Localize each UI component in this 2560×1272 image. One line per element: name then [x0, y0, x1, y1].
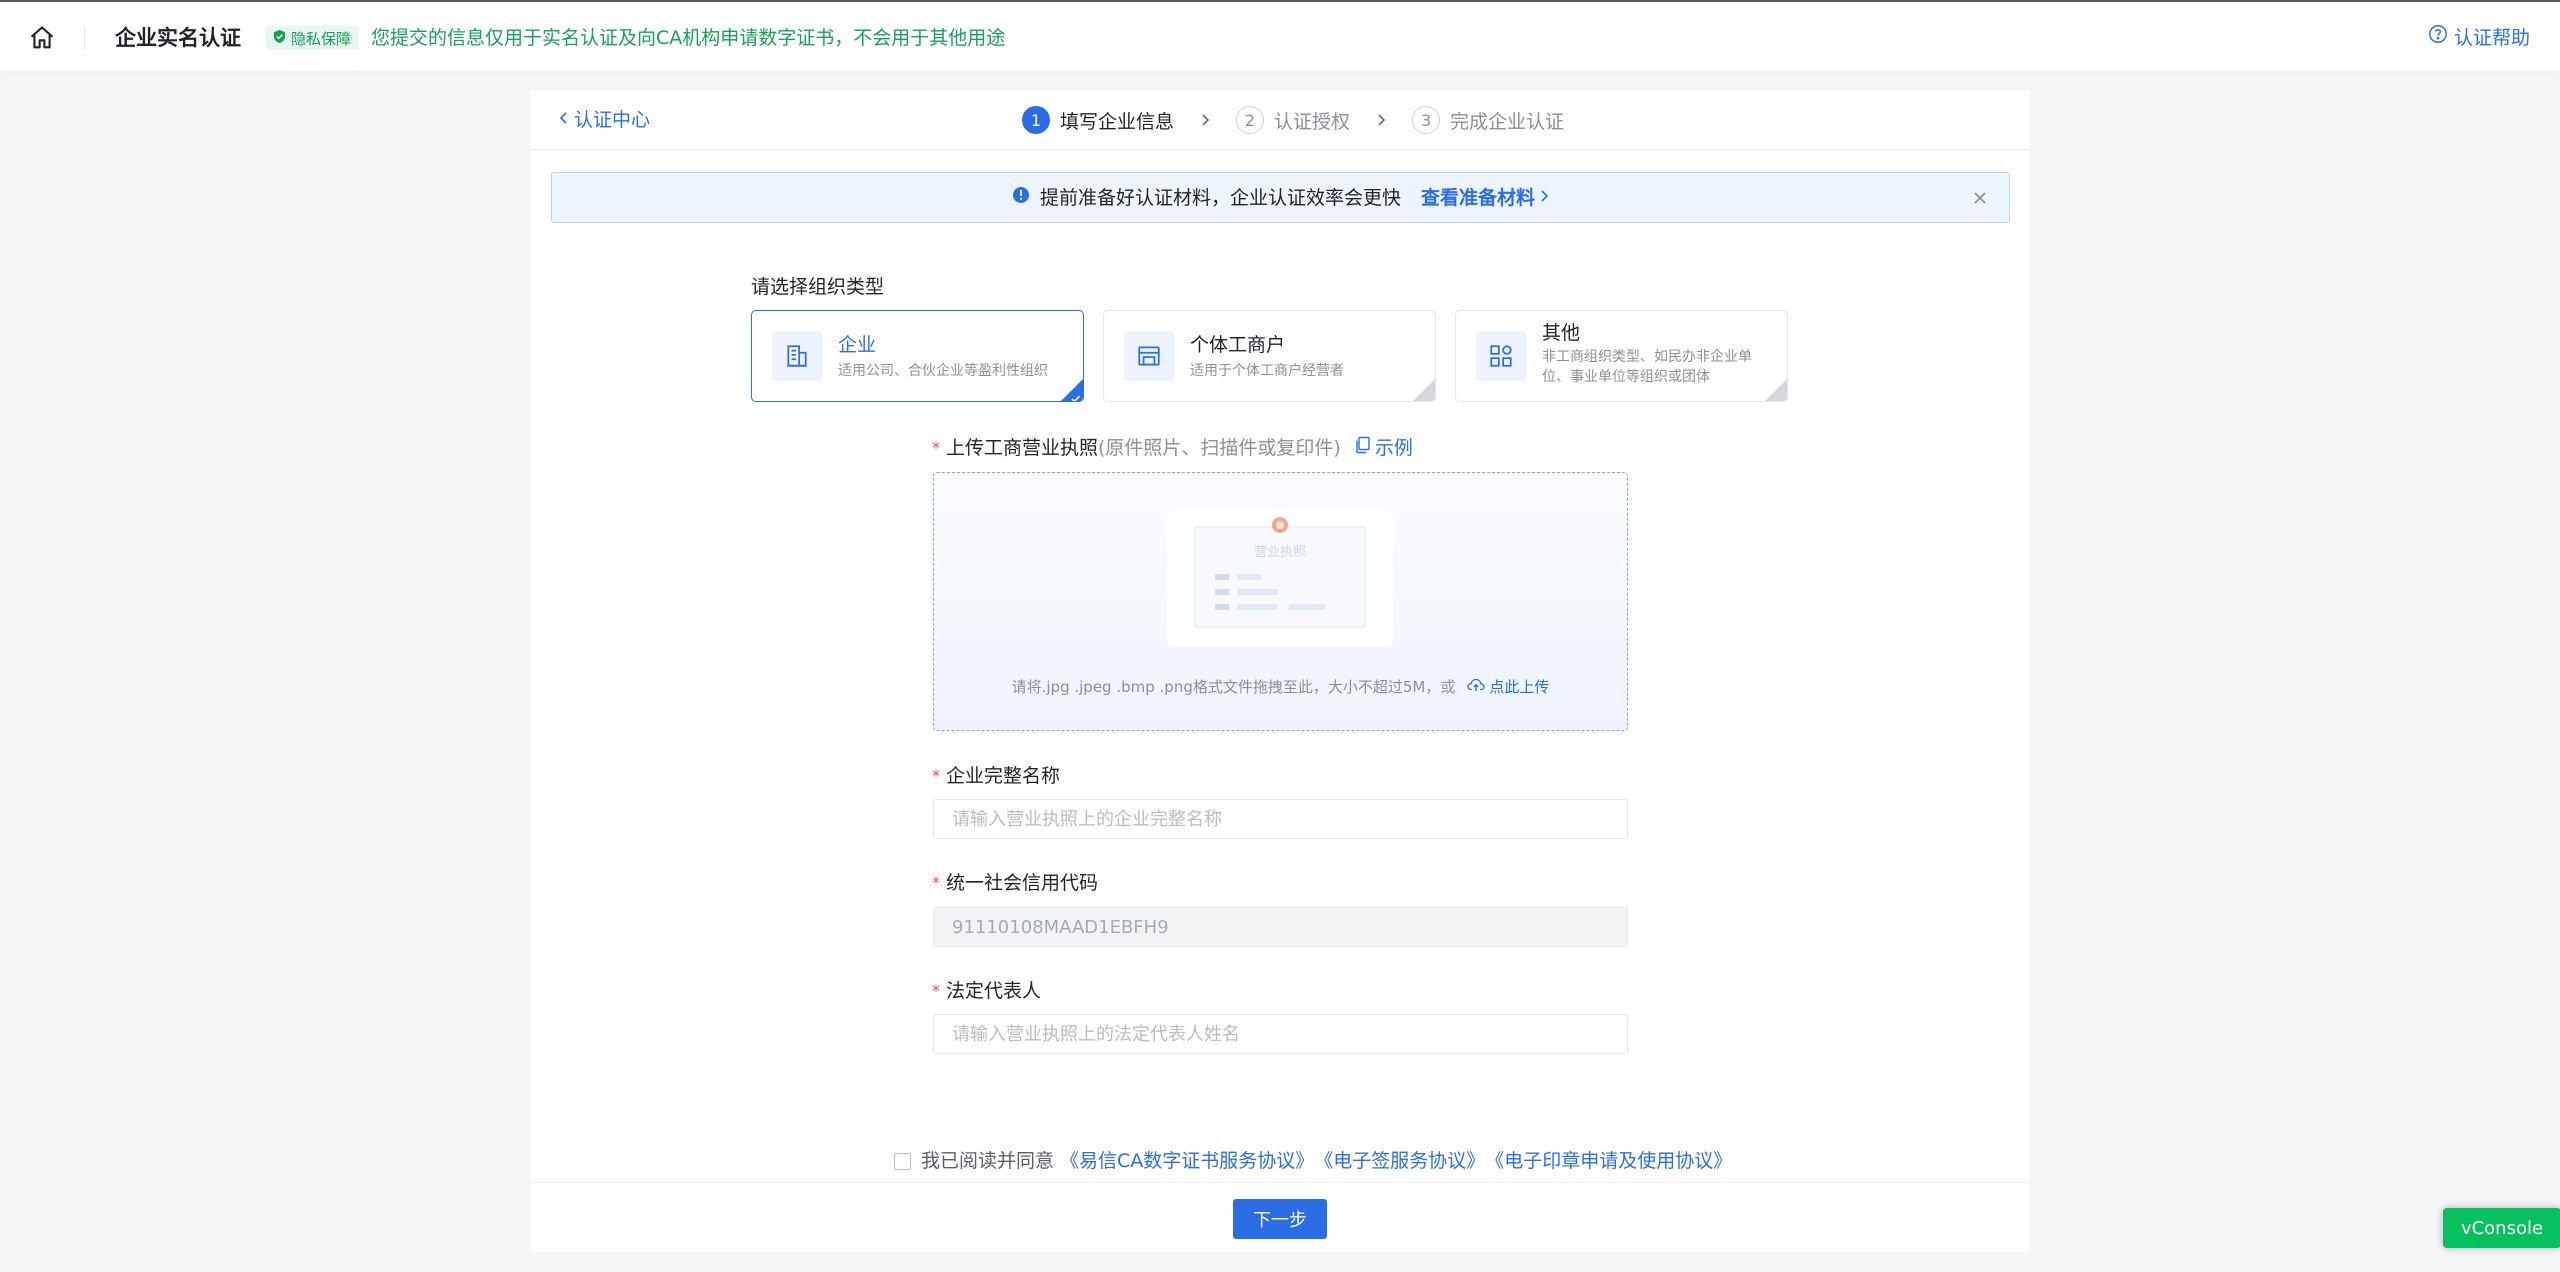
unselected-corner: [1413, 379, 1435, 401]
agreement-prefix: 我已阅读并同意: [921, 1150, 1055, 1172]
progress-steps: 1 填写企业信息 2 认证授权 3 完成企业认证: [1022, 104, 1564, 136]
help-link-label: 认证帮助: [2453, 27, 2530, 49]
apps-icon: [1476, 331, 1526, 381]
required-marker: *: [932, 981, 940, 1000]
e-sign-agreement-link[interactable]: 《电子签服务协议》: [1314, 1148, 1485, 1174]
store-icon: [1124, 331, 1174, 381]
step-complete: 3 完成企业认证: [1412, 106, 1564, 134]
notice-text: 提前准备好认证材料，企业认证效率会更快: [1039, 187, 1401, 209]
chevron-right-icon: [1374, 113, 1388, 127]
card-nav-bar: 认证中心 1 填写企业信息 2 认证授权 3 完成企业认证: [530, 90, 2030, 150]
building-icon: [772, 331, 822, 381]
step-number: 2: [1236, 106, 1265, 134]
upload-hint: 请将.jpg .jpeg .bmp .png格式文件拖拽至此，大小不超过5M，或…: [934, 677, 1627, 697]
org-option-desc: 适用公司、合伙企业等盈利性组织: [838, 363, 1048, 379]
agreement-checkbox[interactable]: [894, 1152, 911, 1170]
back-to-center-link[interactable]: 认证中心: [558, 108, 650, 132]
upload-label-hint: (原件照片、扫描件或复印件): [1098, 437, 1341, 459]
license-illustration-title: 营业执照: [1254, 545, 1306, 560]
credit-code-label-text: 统一社会信用代码: [946, 872, 1099, 894]
header-divider: [84, 26, 85, 50]
close-icon[interactable]: [1969, 187, 1991, 209]
legal-rep-input[interactable]: [933, 1014, 1628, 1054]
back-link-label: 认证中心: [574, 109, 651, 131]
license-upload-dropzone[interactable]: 营业执照 请将.jpg .jpeg .bmp .png格式文件拖拽至此，大小不超…: [933, 472, 1628, 731]
agreement-row: 我已阅读并同意 《易信CA数字证书服务协议》 《电子签服务协议》 《电子印章申请…: [894, 1148, 1732, 1174]
upload-label-text: 上传工商营业执照: [946, 437, 1099, 459]
footer-divider: [530, 1182, 2030, 1183]
question-circle-icon: [2428, 24, 2448, 52]
home-icon[interactable]: [28, 24, 56, 52]
materials-notice-banner: 提前准备好认证材料，企业认证效率会更快 查看准备材料: [551, 172, 2010, 223]
privacy-notice-text: 您提交的信息仅用于实名认证及向CA机构申请数字证书，不会用于其他用途: [371, 27, 1006, 49]
step-label: 填写企业信息: [1060, 110, 1175, 133]
info-circle-icon: [1012, 185, 1030, 211]
next-step-button[interactable]: 下一步: [1233, 1199, 1327, 1239]
legal-rep-label: * 法定代表人: [932, 978, 1041, 1004]
step-number: 1: [1022, 106, 1050, 134]
upload-hint-text: 请将.jpg .jpeg .bmp .png格式文件拖拽至此，大小不超过5M，或: [1011, 678, 1456, 696]
org-option-title: 企业: [838, 334, 877, 356]
org-option-individual-business[interactable]: 个体工商户 适用于个体工商户经营者: [1103, 310, 1436, 402]
credit-code-input[interactable]: [933, 907, 1628, 947]
org-type-label: 请选择组织类型: [751, 276, 885, 298]
top-header: 企业实名认证 隐私保障 您提交的信息仅用于实名认证及向CA机构申请数字证书，不会…: [0, 2, 2560, 71]
org-option-title: 其他: [1542, 322, 1581, 344]
example-link[interactable]: 示例: [1355, 435, 1413, 461]
help-link[interactable]: 认证帮助: [2428, 24, 2530, 52]
chevron-right-icon: [1539, 185, 1549, 211]
privacy-badge: 隐私保障: [266, 26, 360, 50]
verification-card: 认证中心 1 填写企业信息 2 认证授权 3 完成企业认证 提前准备好认证材料，…: [530, 90, 2030, 1252]
credit-code-label: * 统一社会信用代码: [932, 870, 1098, 896]
step-label: 认证授权: [1274, 110, 1351, 133]
privacy-badge-label: 隐私保障: [291, 29, 352, 48]
org-option-desc: 适用于个体工商户经营者: [1190, 363, 1344, 379]
check-icon: [1070, 389, 1081, 401]
org-option-enterprise[interactable]: 企业 适用公司、合伙企业等盈利性组织: [751, 310, 1084, 402]
step-label: 完成企业认证: [1450, 110, 1565, 133]
click-to-upload-link[interactable]: 点此上传: [1467, 677, 1549, 697]
org-option-title: 个体工商户: [1190, 334, 1286, 356]
org-option-desc: 非工商组织类型、如民办非企业单位、事业单位等组织或团体: [1542, 349, 1752, 385]
chevron-right-icon: [1198, 113, 1212, 127]
upload-link-label: 点此上传: [1489, 678, 1550, 696]
step-number: 3: [1412, 106, 1441, 134]
required-marker: *: [932, 438, 940, 457]
org-option-other[interactable]: 其他 非工商组织类型、如民办非企业单位、事业单位等组织或团体: [1455, 310, 1788, 402]
business-license-illustration: 营业执照: [1167, 509, 1393, 647]
step-authorize: 2 认证授权: [1236, 106, 1350, 134]
company-name-label-text: 企业完整名称: [946, 765, 1061, 787]
example-link-label: 示例: [1374, 437, 1413, 459]
company-name-input[interactable]: [933, 799, 1628, 839]
view-materials-link[interactable]: 查看准备材料: [1421, 185, 1549, 211]
e-seal-agreement-link[interactable]: 《电子印章申请及使用协议》: [1485, 1148, 1732, 1174]
cloud-upload-icon: [1467, 677, 1485, 697]
unselected-corner: [1765, 379, 1787, 401]
view-materials-label: 查看准备材料: [1421, 187, 1536, 209]
required-marker: *: [932, 766, 940, 785]
document-icon: [1355, 435, 1371, 461]
chevron-left-icon: [558, 108, 570, 132]
legal-rep-label-text: 法定代表人: [946, 980, 1042, 1002]
vconsole-button[interactable]: vConsole: [2443, 1208, 2560, 1248]
company-name-label: * 企业完整名称: [932, 763, 1060, 789]
upload-license-label: * 上传工商营业执照 (原件照片、扫描件或复印件) 示例: [932, 435, 1413, 461]
required-marker: *: [932, 873, 940, 892]
step-fill-info: 1 填写企业信息: [1022, 106, 1174, 134]
page-title: 企业实名认证: [115, 26, 241, 50]
ca-certificate-agreement-link[interactable]: 《易信CA数字证书服务协议》: [1060, 1148, 1314, 1174]
shield-check-icon: [272, 29, 287, 48]
